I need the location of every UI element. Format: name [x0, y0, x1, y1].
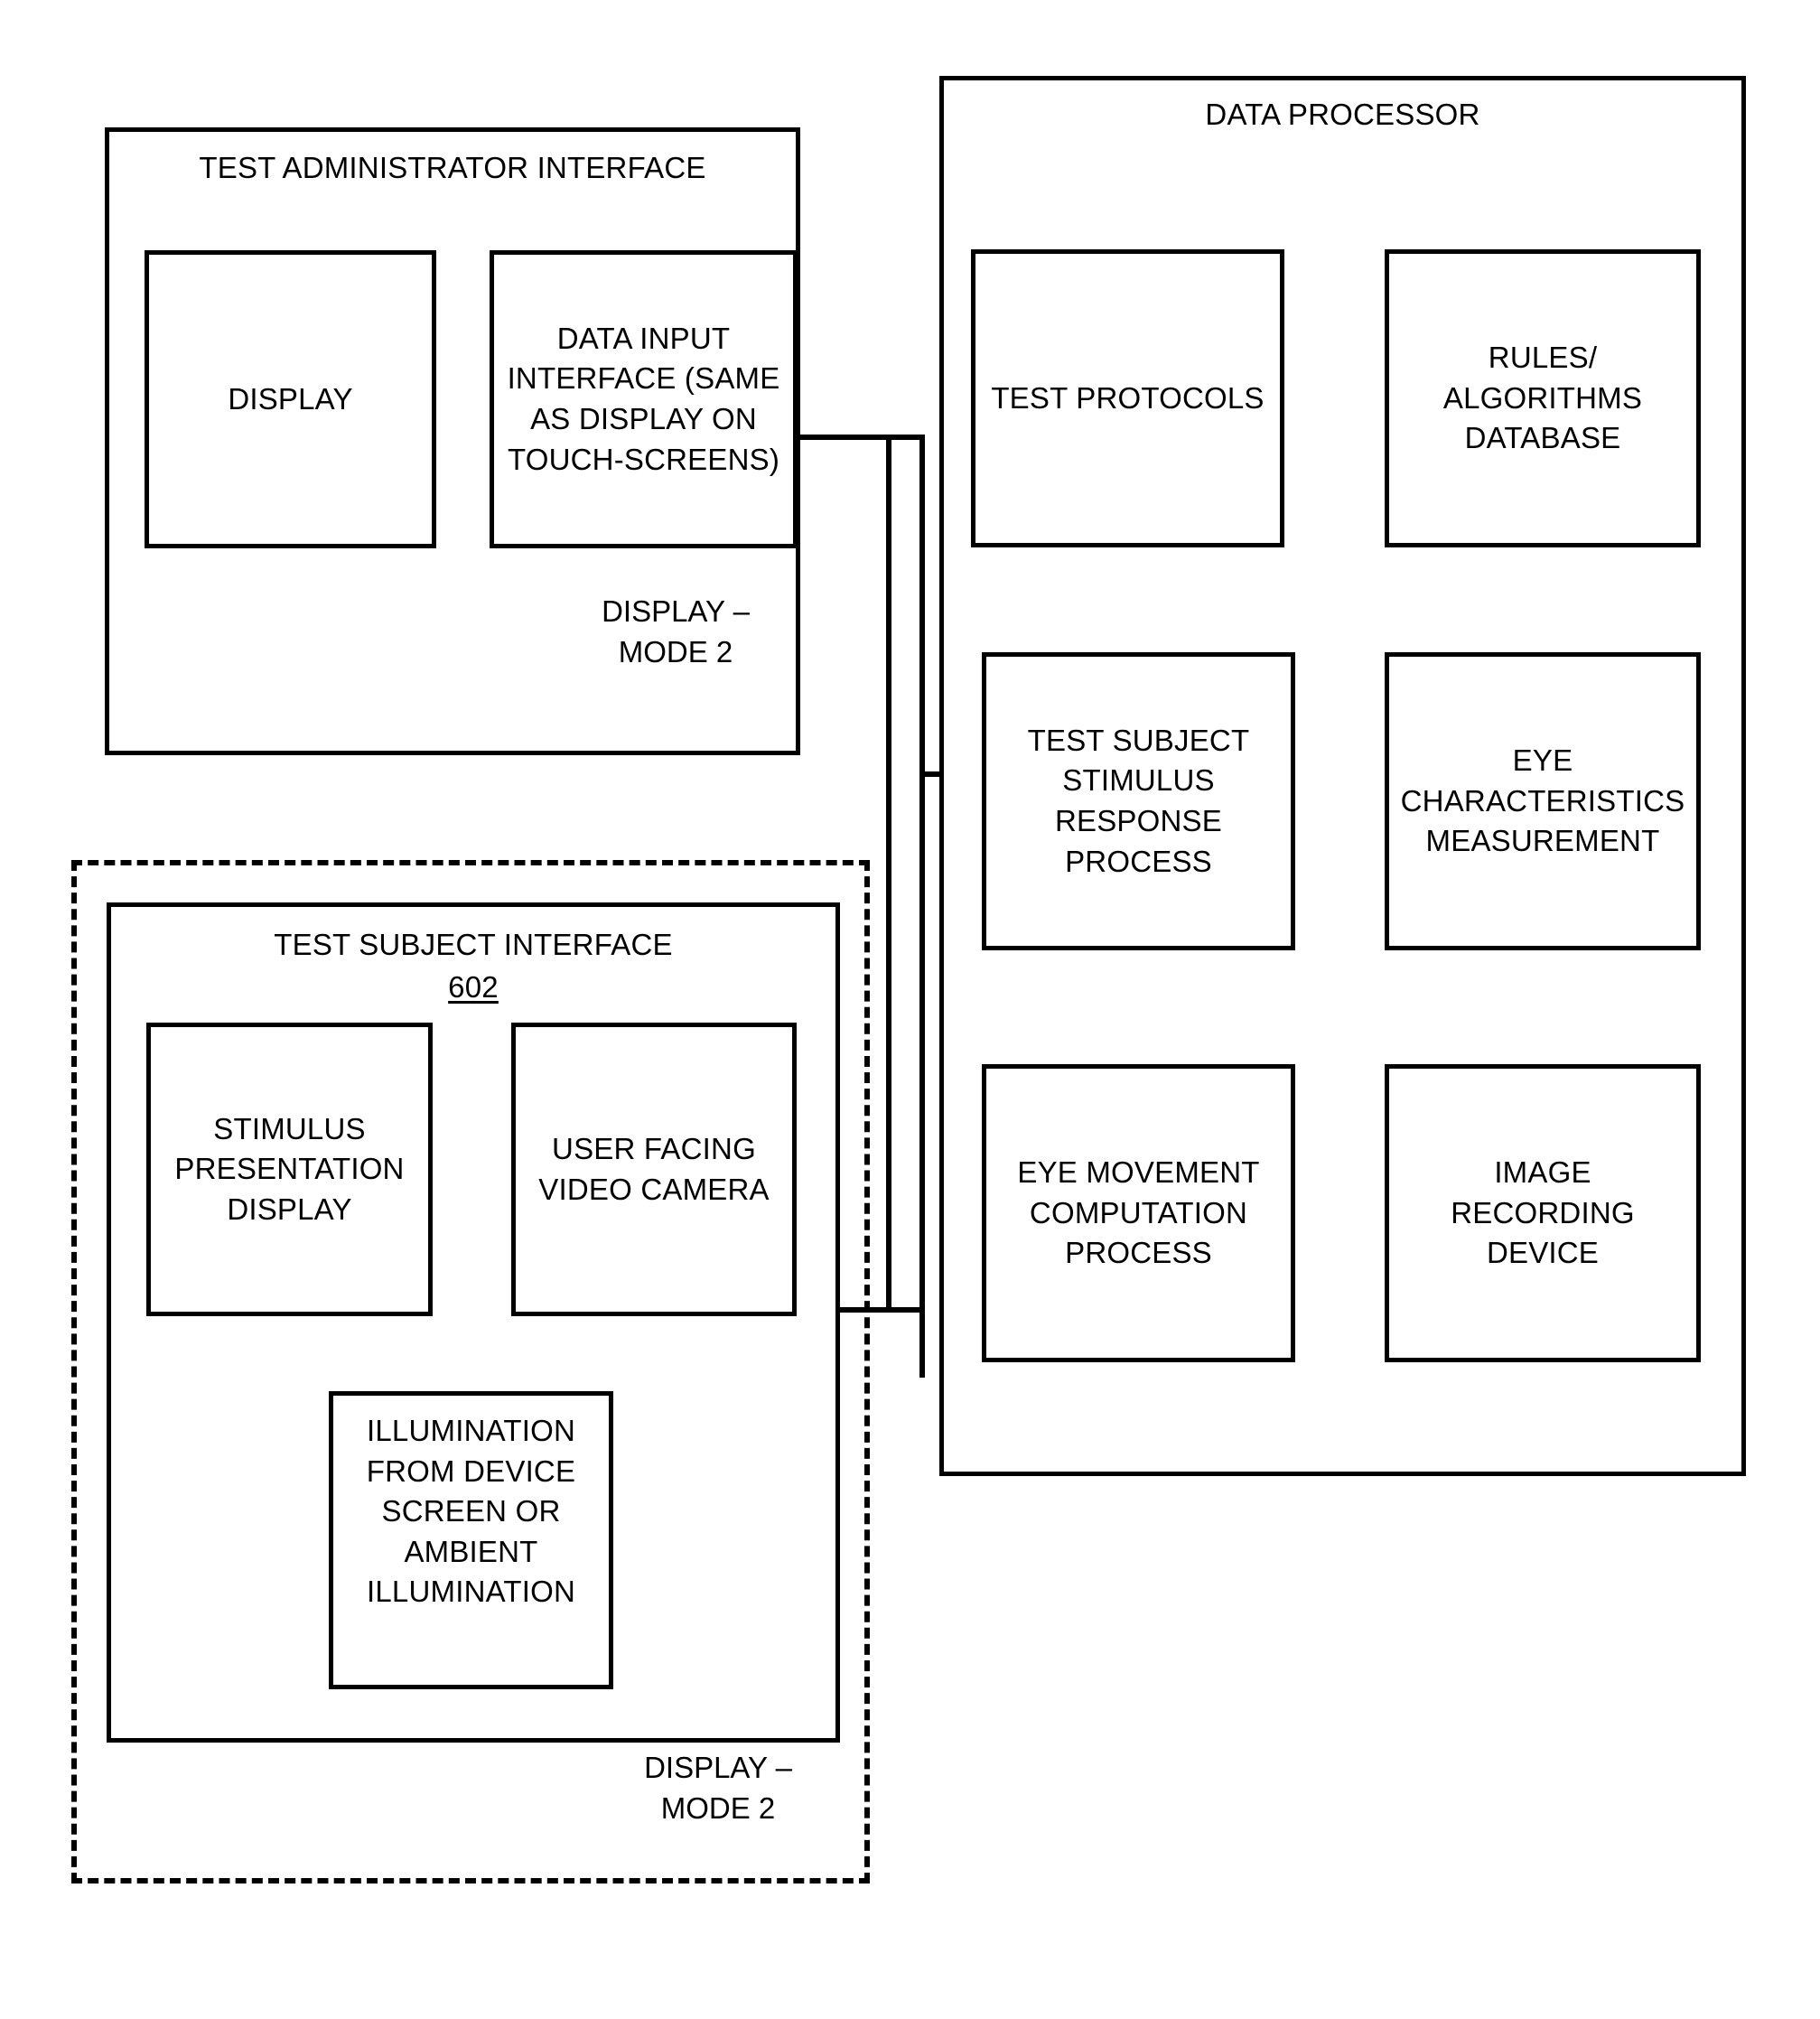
test-subject-stimulus-response-process-label: TEST SUBJECT STIMULUS RESPONSE PROCESS — [1027, 723, 1250, 878]
stimulus-presentation-display-label: STIMULUS PRESENTATION DISPLAY — [174, 1111, 405, 1226]
connector-admin-horizontal — [796, 435, 891, 440]
connector-trunk-vertical — [886, 435, 891, 1313]
admin-display-label: DISPLAY — [228, 381, 353, 416]
user-facing-video-camera-label: USER FACING VIDEO CAMERA — [538, 1131, 770, 1206]
illumination-source-label: ILLUMINATION FROM DEVICE SCREEN OR AMBIE… — [366, 1414, 576, 1609]
eye-characteristics-measurement-label: EYE CHARACTERISTICS MEASUREMENT — [1400, 743, 1685, 858]
connector-bus-bottom-tie — [886, 1307, 925, 1313]
rules-algorithms-database-label: RULES/ ALGORITHMS DATABASE — [1442, 341, 1643, 455]
connector-data-processor-link — [919, 771, 944, 777]
admin-display-mode-label: DISPLAY – MODE 2 — [602, 594, 750, 668]
test-administrator-interface-title: TEST ADMINISTRATOR INTERFACE — [199, 151, 706, 184]
test-subject-interface-title: TEST SUBJECT INTERFACE — [274, 928, 673, 961]
connector-subject-horizontal — [835, 1307, 891, 1313]
data-processor-title: DATA PROCESSOR — [1205, 98, 1480, 131]
admin-data-input-interface-label: DATA INPUT INTERFACE (SAME AS DISPLAY ON… — [507, 321, 780, 476]
patent-figure-canvas: TEST ADMINISTRATOR INTERFACE DISPLAY DAT… — [0, 0, 1820, 2019]
image-recording-device-label: IMAGE RECORDING DEVICE — [1451, 1155, 1635, 1270]
eye-movement-computation-process-label: EYE MOVEMENT COMPUTATION PROCESS — [1017, 1155, 1260, 1270]
subject-display-mode-label: DISPLAY – MODE 2 — [644, 1751, 792, 1825]
test-protocols-label: TEST PROTOCOLS — [991, 380, 1265, 415]
connector-bus-top-tie — [886, 435, 925, 440]
test-subject-interface-reference-number: 602 — [448, 970, 499, 1004]
connector-bus-vertical — [919, 435, 925, 1378]
